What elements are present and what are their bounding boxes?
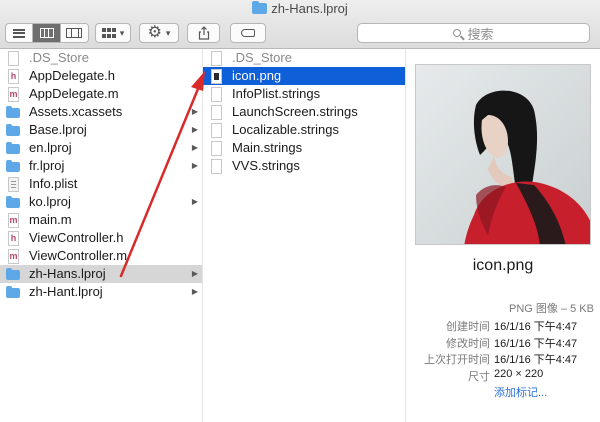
annotation-arrow bbox=[119, 71, 205, 278]
annotation-arrow-head bbox=[191, 71, 205, 91]
annotation-arrow-line bbox=[119, 82, 202, 278]
